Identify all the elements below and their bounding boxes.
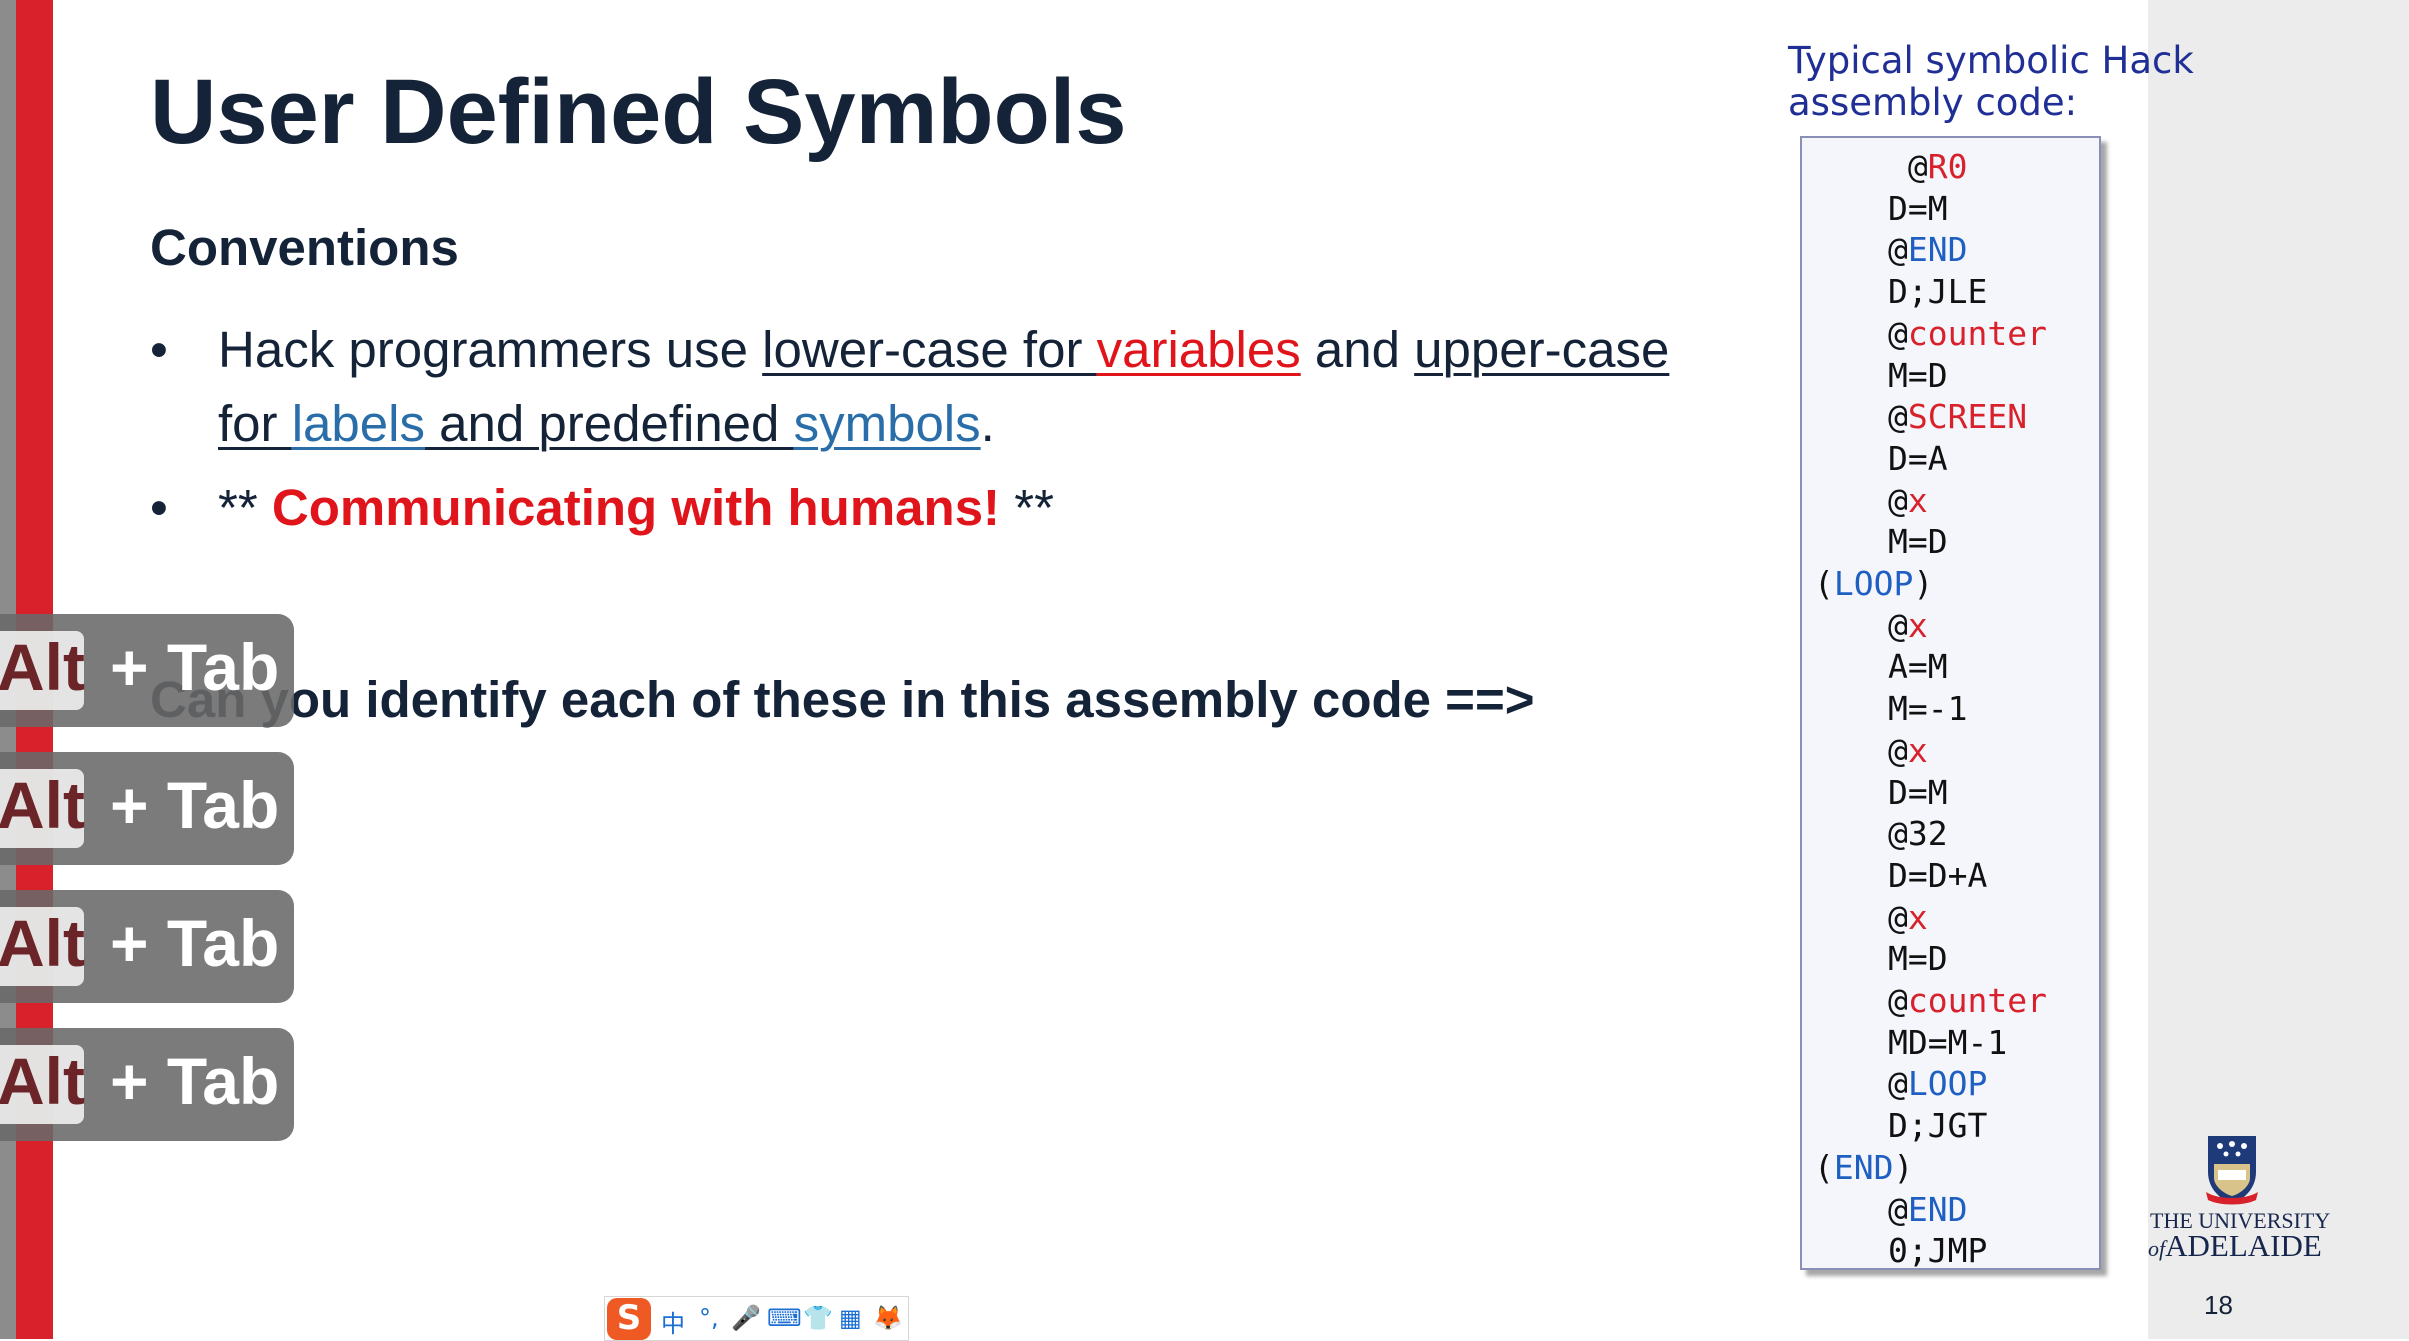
chinese-mode-toggle[interactable]: 中 — [661, 1304, 685, 1339]
variable-symbol: counter — [1907, 313, 2047, 353]
code-line: @END — [1888, 230, 1968, 270]
variable-symbol: x — [1907, 730, 1928, 770]
alt-tab-hint: Alt + Tab — [0, 1028, 294, 1141]
crest-icon — [2206, 1136, 2258, 1205]
tab-label: + Tab — [110, 906, 280, 980]
sogou-logo-icon[interactable]: S — [607, 1298, 651, 1340]
code-line: @END — [1888, 1189, 1968, 1229]
code-line: M=-1 — [1888, 689, 1968, 729]
variable-symbol: SCREEN — [1907, 397, 2028, 437]
tab-label: + Tab — [110, 1044, 280, 1118]
alt-tab-hint: Alt + Tab — [0, 752, 294, 865]
microphone-icon[interactable]: 🎤 — [731, 1304, 761, 1332]
code-line: M=D — [1888, 939, 1948, 979]
alt-label: Alt — [0, 1044, 85, 1118]
labels-term: labels — [291, 395, 425, 452]
label-symbol: END — [1907, 230, 1968, 270]
page-number: 18 — [2204, 1290, 2233, 1320]
code-line: @counter — [1888, 313, 2047, 353]
symbols-term: symbols — [793, 395, 981, 452]
code-label-line: (END) — [1814, 1147, 1914, 1187]
highlight-text: Communicating with humans! — [271, 479, 1001, 536]
punctuation-toggle[interactable]: °, — [699, 1304, 719, 1332]
bullet-marker: • — [150, 321, 168, 378]
code-line: @x — [1888, 730, 1928, 770]
label-symbol: END — [1907, 1189, 1968, 1229]
code-line: D=A — [1888, 438, 1948, 478]
variable-symbol: counter — [1907, 981, 2047, 1020]
right-gray-panel — [2148, 0, 2409, 1339]
code-line: @SCREEN — [1888, 397, 2028, 437]
code-line: @R0 — [1888, 147, 1968, 186]
keyboard-icon[interactable]: ⌨ — [767, 1304, 802, 1332]
code-line: M=D — [1888, 355, 1948, 395]
code-line: D=D+A — [1888, 855, 1988, 895]
code-line: D=M — [1888, 772, 1948, 812]
code-line: A=M — [1888, 647, 1948, 687]
alt-tab-hint: Alt + Tab — [0, 614, 294, 727]
skin-icon[interactable]: 👕 — [803, 1304, 833, 1332]
bullet-text: Hack programmers use lower-case for vari… — [218, 321, 1670, 452]
bullet-text: ** Communicating with humans! ** — [218, 479, 1054, 536]
code-caption: Typical symbolic Hack assembly code: — [1788, 39, 2194, 124]
variables-term: variables — [1096, 321, 1301, 378]
code-line: D=M — [1888, 188, 1948, 228]
code-line: @32 — [1888, 814, 1948, 854]
alt-label: Alt — [0, 906, 85, 980]
label-symbol: END — [1833, 1147, 1894, 1187]
label-symbol: LOOP — [1833, 564, 1914, 603]
code-line: @counter — [1888, 981, 2047, 1020]
slide-title: User Defined Symbols — [150, 61, 1127, 163]
variable-symbol: R0 — [1927, 147, 1968, 186]
variable-symbol: x — [1907, 897, 1928, 937]
alt-label: Alt — [0, 630, 85, 704]
mascot-icon[interactable]: 🦊 — [873, 1304, 903, 1332]
conventions-heading: Conventions — [150, 219, 459, 276]
code-line: D;JLE — [1888, 272, 1988, 312]
code-line: @x — [1888, 897, 1928, 937]
code-line: MD=M-1 — [1888, 1022, 2008, 1062]
code-line: 0;JMP — [1888, 1231, 1988, 1271]
bullet-marker: • — [150, 479, 168, 536]
code-line: @LOOP — [1888, 1064, 1988, 1104]
tab-label: + Tab — [110, 768, 280, 842]
code-line: @x — [1888, 480, 1928, 520]
code-line: @x — [1888, 605, 1928, 645]
toolbox-icon[interactable]: ▦ — [839, 1304, 862, 1332]
code-label-line: (LOOP) — [1814, 564, 1934, 603]
variable-symbol: x — [1907, 480, 1928, 520]
question-text: Can you identify each of these in this a… — [150, 671, 1535, 728]
code-line: D;JGT — [1888, 1106, 1988, 1146]
alt-label: Alt — [0, 768, 85, 842]
tab-label: + Tab — [110, 630, 280, 704]
alt-tab-hint: Alt + Tab — [0, 890, 294, 1003]
label-symbol: LOOP — [1907, 1064, 1988, 1104]
ime-toolbar[interactable]: S 中 °, 🎤 ⌨ 👕 ▦ 🦊 — [604, 1296, 909, 1341]
code-line: M=D — [1888, 522, 1948, 562]
variable-symbol: x — [1907, 605, 1928, 645]
assembly-code-box: @R0 D=M @END D;JLE @counter M=D @SCREEN D=A @x M=… — [1800, 136, 2101, 1270]
